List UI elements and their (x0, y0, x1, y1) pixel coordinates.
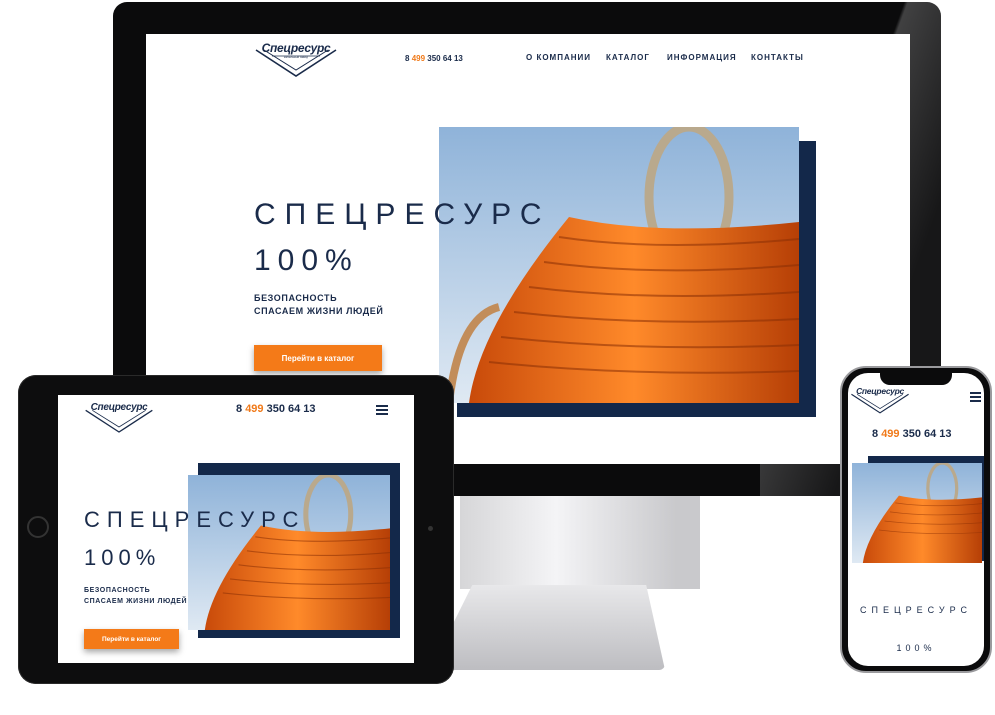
cable-reel-icon (188, 475, 390, 630)
catalog-button[interactable]: Перейти в каталог (84, 629, 179, 649)
hero-subtitle-line2: СПАСАЕМ ЖИЗНИ ЛЮДЕЙ (84, 598, 188, 605)
hero-photo (188, 475, 390, 630)
logo-text: Спецресурс (261, 41, 331, 55)
hero-title: СПЕЦРЕСУРС (860, 605, 972, 615)
nav-information[interactable]: ИНФОРМАЦИЯ (667, 53, 737, 62)
hero-percent: 100% (84, 545, 161, 570)
hero-percent: 100% (254, 244, 359, 277)
hero-subtitle: БЕЗОПАСНОСТЬ СПАСАЕМ ЖИЗНИ ЛЮДЕЙ (84, 585, 187, 607)
hero-title: СПЕЦРЕСУРС (84, 507, 306, 532)
phone-code: 499 (411, 54, 426, 63)
phone-number: 350 64 13 (266, 403, 316, 415)
phone-number: 350 64 13 (902, 428, 952, 440)
header-phone[interactable]: 8 499 350 64 13 (872, 428, 952, 440)
phone-code: 499 (881, 428, 900, 440)
hero-subtitle-line2: СПАСАЕМ ЖИЗНИ ЛЮДЕЙ (254, 306, 384, 316)
hamburger-menu-icon[interactable] (376, 405, 388, 417)
tablet-screen: Спецресурс 8 499 350 64 13 СПЕЦРЕСУРС 10… (58, 395, 414, 663)
catalog-button[interactable]: Перейти в каталог (254, 345, 382, 371)
hero-photo (852, 463, 982, 563)
monitor-stand-neck (460, 494, 700, 589)
hero-percent: 100% (896, 643, 936, 653)
phone-code: 499 (245, 403, 264, 415)
hero-subtitle-line1: БЕЗОПАСНОСТЬ (254, 293, 338, 303)
phone-number: 350 64 13 (427, 54, 463, 63)
tablet-home-button (27, 516, 49, 538)
phone-prefix: 8 (872, 428, 879, 440)
phone-screen: Спецресурс 8 499 350 64 13 СПЕЦРЕСУРС 10… (848, 373, 984, 666)
phone-prefix: 8 (405, 54, 410, 63)
hero-subtitle-line1: БЕЗОПАСНОСТЬ (84, 587, 151, 594)
brand-logo[interactable]: Спецресурс (850, 385, 910, 415)
phone-notch (880, 372, 952, 385)
cable-reel-icon (439, 127, 799, 403)
hero-subtitle: БЕЗОПАСНОСТЬ СПАСАЕМ ЖИЗНИ ЛЮДЕЙ (254, 292, 383, 318)
logo-subtext: кабельный завод (284, 55, 308, 59)
brand-logo[interactable]: Спецресурс кабельный завод (254, 38, 338, 78)
hamburger-menu-icon[interactable] (970, 392, 981, 404)
monitor-stand-base (430, 585, 665, 670)
nav-catalog[interactable]: КАТАЛОГ (606, 53, 650, 62)
hero-photo (439, 127, 799, 403)
hero-title: СПЕЦРЕСУРС (254, 198, 551, 231)
logo-text: Спецресурс (856, 386, 904, 396)
header-phone[interactable]: 8 499 350 64 13 (405, 54, 463, 63)
nav-about[interactable]: О КОМПАНИИ (526, 53, 591, 62)
brand-logo[interactable]: Спецресурс (84, 400, 154, 434)
tablet-camera (428, 526, 433, 531)
header-phone[interactable]: 8 499 350 64 13 (236, 403, 316, 415)
phone-prefix: 8 (236, 403, 243, 415)
cable-reel-icon (852, 463, 982, 563)
nav-contacts[interactable]: КОНТАКТЫ (751, 53, 804, 62)
logo-text: Спецресурс (90, 402, 148, 413)
